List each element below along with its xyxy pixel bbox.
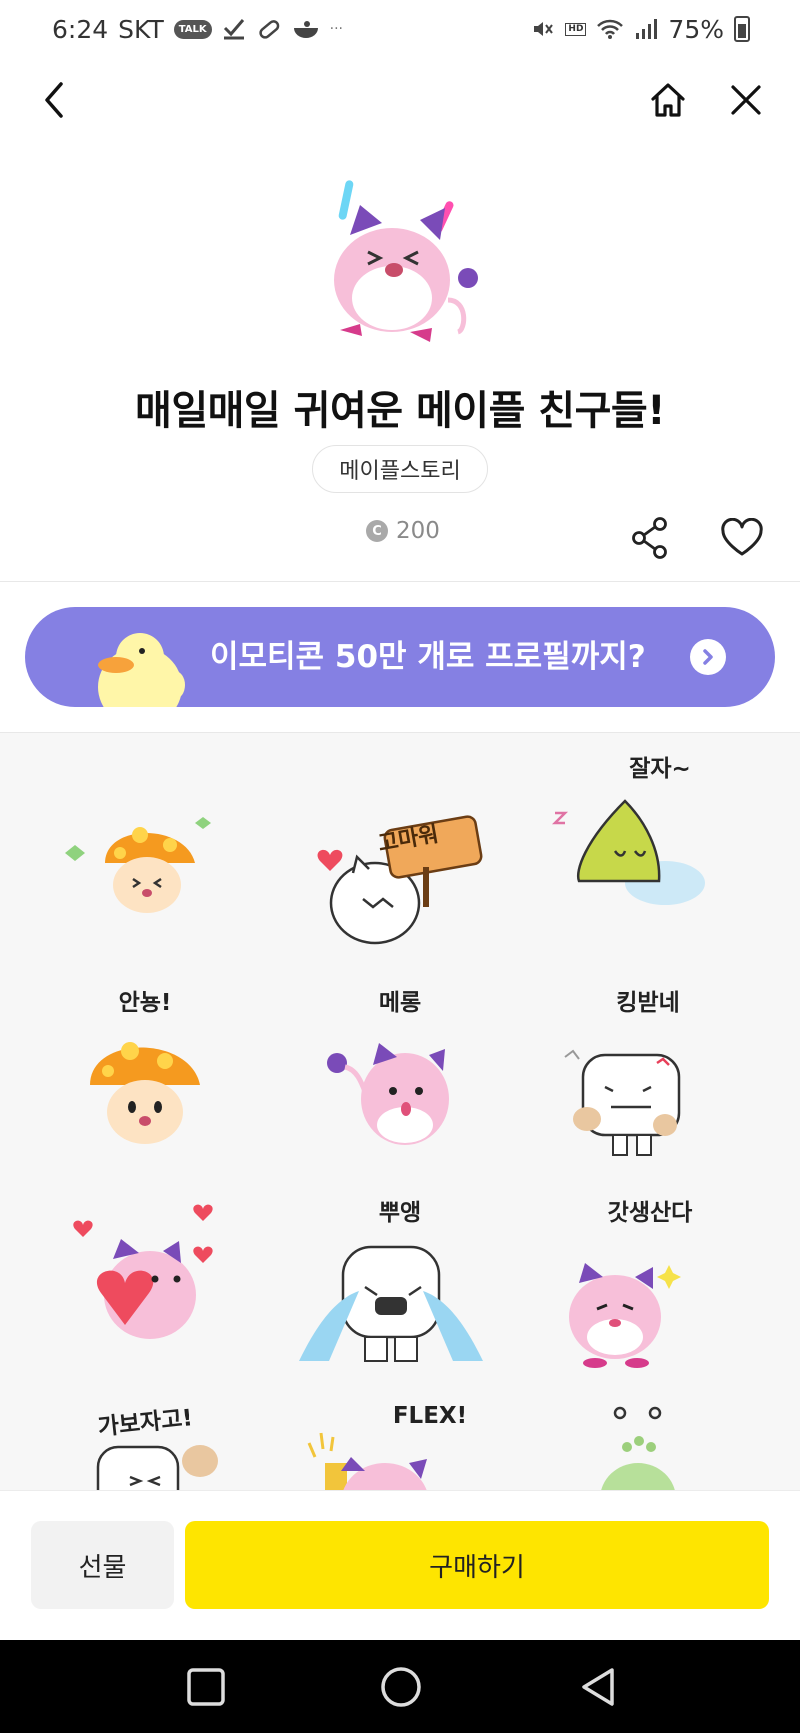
battery-percent: 75% [668, 14, 724, 44]
sticker-label: 킹받네 [616, 990, 680, 1016]
pink-bean-sticker-image [569, 1263, 681, 1368]
pink-bean-sticker-image [327, 1043, 449, 1145]
sticker-item[interactable]: 안뇽! [30, 983, 260, 1183]
sticker-item[interactable] [545, 1403, 775, 1490]
pink-bean-heart-sticker-image [73, 1204, 213, 1339]
status-left: 6:24 SKT TALK ··· [52, 15, 343, 44]
home-button[interactable] [638, 70, 698, 130]
status-carrier: SKT [118, 14, 164, 44]
slime-sticker-image [551, 799, 705, 905]
sticker-item[interactable]: 갓생산다 [545, 1193, 775, 1393]
sticker-label: 안뇽! [118, 990, 172, 1016]
status-bar: 6:24 SKT TALK ··· HD 75% [0, 0, 800, 58]
mute-icon [534, 22, 554, 36]
hero-pink-bean-image [334, 180, 478, 342]
coin-icon: C [366, 520, 388, 542]
crying-yeti-sticker-image [299, 1245, 483, 1362]
sticker-item[interactable]: 뿌앵 [285, 1193, 515, 1393]
recents-icon [187, 1668, 225, 1706]
gift-button[interactable]: 선물 [31, 1521, 174, 1609]
status-time: 6:24 [52, 14, 109, 44]
price: C 200 [366, 518, 440, 544]
talk-notification-icon: TALK [173, 19, 212, 39]
bottom-action-bar: 선물 구매하기 [0, 1490, 800, 1640]
pink-bean-sticker-image [307, 1432, 427, 1490]
sticker-label: 메롱 [378, 990, 422, 1016]
sticker-grid: 고마워 잘자~ 안뇽! 메롱 킹받네 뿌앵 갓생산다 가보자고! FLEX! [0, 733, 800, 1490]
divider [0, 581, 800, 582]
sticker-item[interactable]: 고마워 [285, 773, 515, 973]
promo-banner[interactable]: 이모티콘 50만 개로 프로필까지? [25, 607, 775, 707]
hd-voice-icon: HD [565, 22, 587, 36]
heart-icon [721, 518, 763, 556]
sticker-item[interactable]: 가보자고! [30, 1403, 260, 1490]
system-nav-bar [0, 1640, 800, 1733]
sticker-item[interactable]: 잘자~ [545, 733, 775, 923]
bowl-notification-icon [293, 21, 318, 38]
duck-character-image [98, 633, 185, 707]
sticker-item[interactable]: FLEX! [285, 1403, 515, 1490]
banner-text: 이모티콘 50만 개로 프로필까지? [210, 639, 646, 675]
share-icon [632, 517, 667, 559]
sticker-item[interactable] [45, 773, 275, 973]
sticker-label: 갓생산다 [607, 1200, 693, 1226]
more-notifications: ··· [329, 21, 343, 37]
circle-home-icon [381, 1667, 421, 1707]
mushroom-sticker-image [65, 817, 211, 913]
close-icon [731, 85, 761, 115]
battery-icon [734, 16, 750, 42]
sticker-item[interactable]: 킹받네 [545, 983, 775, 1183]
check-notification-icon [223, 19, 244, 40]
sticker-item[interactable]: 메롱 [285, 983, 515, 1183]
home-system-button[interactable] [376, 1662, 426, 1712]
banner-arrow [690, 639, 726, 675]
recents-button[interactable] [181, 1662, 231, 1712]
yeti-sticker-image [96, 1445, 218, 1490]
top-nav [0, 58, 800, 142]
mushroom-sticker-image [90, 1042, 200, 1144]
back-system-button[interactable] [573, 1662, 623, 1712]
chevron-right-icon [703, 649, 713, 665]
sticker-item[interactable] [45, 1193, 275, 1393]
price-value: 200 [396, 518, 440, 544]
status-right: HD 75% [531, 15, 750, 44]
wifi-icon [597, 19, 624, 39]
sticker-label: 잘자~ [629, 756, 691, 782]
back-button[interactable] [24, 70, 84, 130]
green-alien-sticker-image [601, 1406, 675, 1490]
sticker-label: 뿌앵 [378, 1200, 422, 1226]
signal-icon [636, 19, 658, 39]
home-icon [651, 83, 685, 117]
triangle-back-icon [582, 1668, 614, 1706]
author-chip[interactable]: 메이플스토리 [312, 445, 488, 493]
close-button[interactable] [716, 70, 776, 130]
share-button[interactable] [626, 512, 674, 564]
pill-notification-icon [258, 20, 279, 39]
product-title: 매일매일 귀여운 메이플 친구들! [135, 388, 665, 434]
cat-sign-sticker-image [317, 815, 483, 945]
chevron-left-icon [45, 82, 63, 118]
buy-button[interactable]: 구매하기 [185, 1521, 769, 1609]
yeti-sticker-image [564, 1049, 681, 1156]
like-button[interactable] [716, 512, 768, 564]
